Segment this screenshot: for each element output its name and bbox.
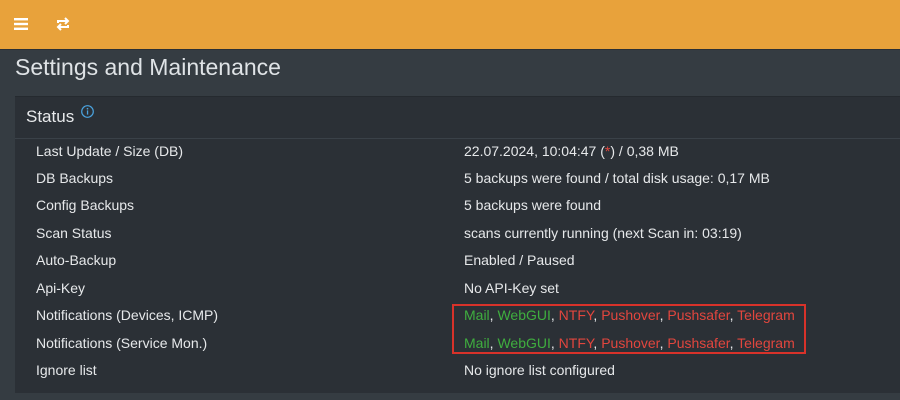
- row-value: 22.07.2024, 10:04:47 (*) / 0,38 MB: [464, 143, 679, 159]
- last-update-text: 22.07.2024, 10:04:47 (: [464, 143, 605, 159]
- row-value: No ignore list configured: [464, 362, 615, 378]
- hamburger-menu-icon[interactable]: [11, 14, 31, 34]
- row-value: Enabled / Paused: [464, 252, 575, 268]
- row-label: DB Backups: [36, 170, 114, 186]
- row-label: Last Update / Size (DB): [36, 143, 184, 159]
- row-auto-backup: Auto-Backup Enabled / Paused: [15, 247, 900, 274]
- row-last-update: Last Update / Size (DB) 22.07.2024, 10:0…: [15, 138, 900, 165]
- row-ignore-list: Ignore list No ignore list configured: [15, 357, 900, 384]
- refresh-icon[interactable]: [53, 14, 73, 34]
- row-value: scans currently running (next Scan in: 0…: [464, 225, 742, 241]
- top-navbar: [0, 0, 900, 50]
- row-label: Scan Status: [36, 225, 112, 241]
- row-scan-status: Scan Status scans currently running (nex…: [15, 220, 900, 247]
- db-size-text: ) / 0,38 MB: [610, 143, 679, 159]
- notifications-highlight-box: [452, 304, 806, 354]
- row-label: Config Backups: [36, 197, 135, 213]
- status-card-header: Status: [15, 97, 900, 139]
- row-label: Ignore list: [36, 362, 97, 378]
- row-value: 5 backups were found / total disk usage:…: [464, 170, 770, 186]
- row-db-backups: DB Backups 5 backups were found / total …: [15, 165, 900, 192]
- row-config-backups: Config Backups 5 backups were found: [15, 192, 900, 219]
- row-value: 5 backups were found: [464, 197, 601, 213]
- row-label: Auto-Backup: [36, 252, 117, 268]
- row-api-key: Api-Key No API-Key set: [15, 275, 900, 302]
- row-label: Notifications (Devices, ICMP): [36, 307, 219, 323]
- row-label: Notifications (Service Mon.): [36, 335, 208, 351]
- row-label: Api-Key: [36, 280, 86, 296]
- page-title: Settings and Maintenance: [15, 54, 281, 80]
- row-value: No API-Key set: [464, 280, 559, 296]
- status-heading: Status: [26, 107, 75, 126]
- info-icon[interactable]: [81, 105, 94, 118]
